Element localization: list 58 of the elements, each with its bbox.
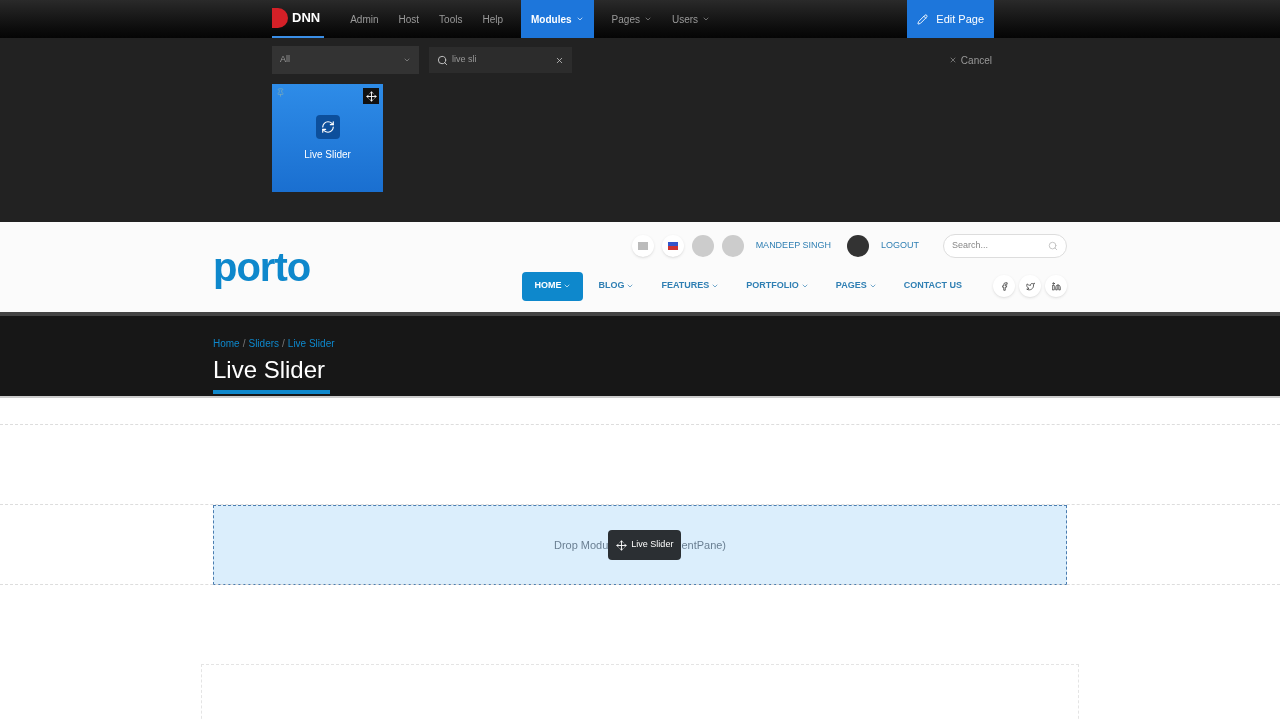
caret-icon <box>575 15 584 23</box>
user-name[interactable]: MANDEEP SINGH <box>755 238 831 253</box>
drop-zone[interactable]: Drop Modu Live Slider entPane) <box>213 505 1067 585</box>
search-icon <box>437 54 448 66</box>
avatar <box>847 234 869 257</box>
twitter-icon[interactable] <box>1019 275 1041 297</box>
nav-item[interactable]: HOME <box>522 271 584 301</box>
module-search-field[interactable]: live sli <box>429 47 572 73</box>
pin-icon <box>276 88 285 97</box>
breadcrumb-separator: / <box>241 337 247 351</box>
caret-icon <box>800 282 809 290</box>
breadcrumb-link[interactable]: Sliders <box>248 336 280 351</box>
logo-icon <box>272 8 288 28</box>
refresh-icon <box>315 114 340 139</box>
nav-item[interactable]: FEATURES <box>649 271 732 301</box>
admin-menu-item[interactable]: Users <box>661 0 721 38</box>
module-name: Live Slider <box>304 147 351 162</box>
close-icon <box>948 56 957 64</box>
caret-icon <box>626 282 635 290</box>
nav-item[interactable]: PORTFOLIO <box>734 271 821 301</box>
admin-menu-item[interactable]: Admin <box>340 0 389 38</box>
logout-link[interactable]: LOGOUT <box>881 238 919 253</box>
caret-icon <box>563 282 572 290</box>
breadcrumb-separator: / <box>281 337 286 351</box>
page-title: Live Slider <box>213 355 327 385</box>
drop-zone-text: Drop Modu <box>553 537 609 553</box>
caret-icon <box>403 56 411 64</box>
breadcrumb-link[interactable]: Home <box>213 336 240 351</box>
flag-icon[interactable] <box>661 234 684 257</box>
nav-item[interactable]: BLOG <box>586 271 647 301</box>
caret-icon <box>643 15 652 23</box>
move-icon <box>616 539 628 551</box>
caret-icon <box>702 15 711 23</box>
dragged-module[interactable]: Live Slider <box>608 530 682 560</box>
clear-icon[interactable] <box>555 55 564 65</box>
site-search-field[interactable]: Search... <box>943 233 1067 258</box>
admin-menu-item[interactable]: Host <box>388 0 430 38</box>
porto-logo[interactable]: porto <box>213 237 311 297</box>
nav-item[interactable]: PAGES <box>823 271 889 301</box>
search-icon <box>1048 240 1058 251</box>
caret-icon <box>868 282 877 290</box>
admin-menu-item[interactable]: Help <box>472 0 514 38</box>
category-dropdown[interactable]: All <box>272 46 419 74</box>
move-handle[interactable] <box>363 88 379 104</box>
nav-item[interactable]: CONTACT US <box>891 271 974 301</box>
edit-page-button[interactable]: Edit Page <box>907 0 994 38</box>
admin-menu-item[interactable]: Modules <box>521 0 594 38</box>
breadcrumb-link[interactable]: Live Slider <box>287 336 335 351</box>
module-tile[interactable]: Live Slider <box>272 84 383 192</box>
cancel-button[interactable]: Cancel <box>948 52 994 68</box>
admin-menu-item[interactable]: Tools <box>429 0 473 38</box>
drop-zone-text: entPane) <box>681 537 727 553</box>
facebook-icon[interactable] <box>993 275 1015 297</box>
linkedin-icon[interactable] <box>1045 275 1067 297</box>
pencil-icon <box>917 13 929 25</box>
caret-icon <box>711 282 720 290</box>
admin-menu-item[interactable]: Pages <box>601 0 662 38</box>
search-input[interactable]: Search... <box>952 238 1032 253</box>
